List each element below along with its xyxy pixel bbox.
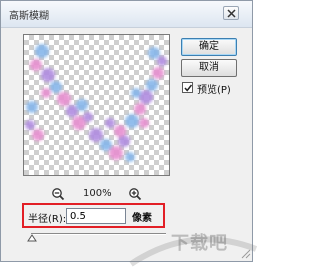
zoom-level: 100%: [83, 188, 112, 199]
preview-checkbox-label: 预览(P): [197, 85, 231, 96]
close-button[interactable]: [223, 6, 239, 20]
preview-checkbox-row[interactable]: 预览(P): [182, 81, 242, 96]
cancel-button[interactable]: 取消: [181, 59, 237, 77]
ok-button[interactable]: 确定: [181, 38, 237, 56]
zoom-controls: 100%: [23, 187, 170, 203]
resize-grip-icon[interactable]: [239, 247, 251, 259]
radius-input[interactable]: [66, 208, 126, 224]
preview-area[interactable]: [23, 34, 170, 176]
gaussian-blur-dialog: 高斯模糊 100% 半径(R): 0.5 像素 确定 取消 预览(P) 下载吧: [0, 0, 258, 267]
watermark-text: 下载吧: [171, 233, 228, 254]
radius-slider-thumb[interactable]: [27, 234, 37, 242]
checkmark-icon: [184, 84, 193, 92]
radius-label: 半径(R):: [28, 214, 67, 225]
title-bar[interactable]: 高斯模糊: [1, 1, 252, 28]
zoom-in-icon[interactable]: [128, 187, 142, 201]
close-icon: [227, 9, 236, 18]
preview-checkbox[interactable]: [182, 82, 193, 93]
preview-image: [25, 44, 167, 162]
zoom-out-icon[interactable]: [51, 187, 65, 201]
dialog-title: 高斯模糊: [9, 11, 49, 22]
